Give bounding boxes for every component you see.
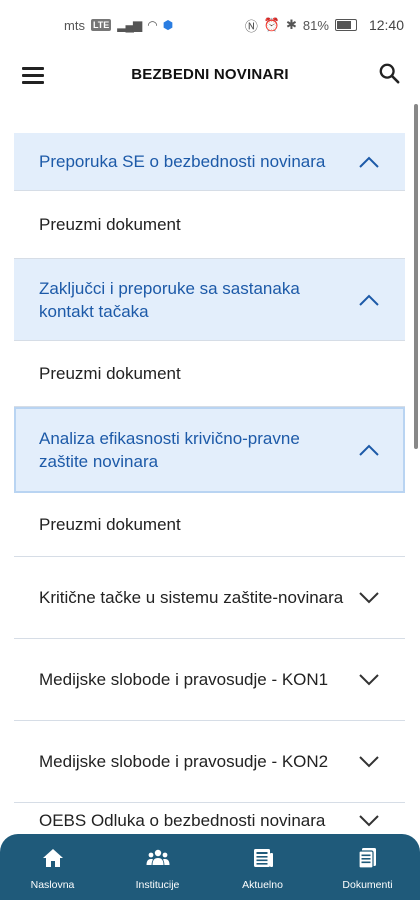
menu-icon[interactable]: [22, 67, 44, 84]
download-link[interactable]: Preuzmi dokument: [14, 493, 405, 557]
accordion-header[interactable]: Medijske slobode i pravosudje - KON2: [14, 721, 405, 803]
accordion-header[interactable]: Preporuka SE o bezbednosti novinara: [14, 133, 405, 191]
alarm-icon: ⏰: [263, 17, 281, 32]
network-badge: LTE: [90, 19, 112, 31]
status-bar: mts LTE ▂▄▆ ◠ ⬢ Ⓝ ⏰ ✱ 81% 12:40: [0, 0, 420, 50]
chevron-up-icon[interactable]: [359, 294, 379, 306]
people-icon: [146, 849, 169, 865]
download-link[interactable]: Preuzmi dokument: [14, 191, 405, 259]
accordion-title: Kritične tačke u sistemu zaštite-novinar…: [39, 588, 344, 607]
news-icon: [253, 849, 273, 867]
status-right: Ⓝ ⏰ ✱ 81% 12:40: [245, 16, 404, 35]
nav-label: Naslovna: [30, 879, 75, 891]
download-link[interactable]: Preuzmi dokument: [14, 341, 405, 407]
shield-icon: ⬢: [162, 18, 174, 32]
page-title: BEZBEDNI NOVINARI: [131, 65, 289, 83]
nav-item-naslovna[interactable]: Naslovna: [0, 834, 105, 891]
accordion-header[interactable]: Zaključci i preporuke sa sastanaka konta…: [14, 259, 405, 341]
chevron-down-icon[interactable]: [359, 673, 379, 686]
nav-item-dokumenti[interactable]: Dokumenti: [315, 834, 420, 891]
accordion-title: Medijske slobode i pravosudje - KON1: [39, 670, 329, 689]
battery-percent: 81%: [302, 17, 329, 33]
document-list: Preporuka SE o bezbednosti novinara Preu…: [14, 133, 405, 863]
clock: 12:40: [368, 17, 404, 33]
document-icon: [357, 848, 376, 869]
nav-item-institucije[interactable]: Institucije: [105, 834, 210, 891]
chevron-up-icon[interactable]: [359, 444, 379, 456]
battery-icon: [334, 19, 357, 31]
carrier-label: mts: [64, 17, 85, 33]
nav-label: Dokumenti: [342, 879, 393, 891]
nav-label: Aktuelno: [242, 879, 283, 891]
accordion-header[interactable]: Medijske slobode i pravosudje - KON1: [14, 639, 405, 721]
accordion-title: Preporuka SE o bezbednosti novinara: [39, 152, 326, 171]
chevron-down-icon[interactable]: [359, 755, 379, 768]
home-icon: [42, 849, 63, 867]
search-icon[interactable]: [378, 62, 400, 84]
chevron-up-icon[interactable]: [359, 156, 379, 168]
accordion-header[interactable]: Analiza efikasnosti krivično-pravne zašt…: [14, 407, 405, 493]
nav-label: Institucije: [135, 879, 180, 891]
bottom-nav: Naslovna Institucije Aktuelno Dokumenti: [0, 834, 420, 900]
chevron-down-icon[interactable]: [359, 815, 379, 827]
nfc-icon: Ⓝ: [244, 18, 258, 34]
download-label: Preuzmi dokument: [39, 515, 181, 534]
accordion-title: Zaključci i preporuke sa sastanaka konta…: [39, 278, 300, 321]
chevron-down-icon[interactable]: [359, 591, 379, 604]
accordion-title: OEBS Odluka o bezbednosti novinara: [39, 811, 326, 830]
nav-item-aktuelno[interactable]: Aktuelno: [210, 834, 315, 891]
bluetooth-icon: ✱: [286, 17, 297, 32]
download-label: Preuzmi dokument: [39, 364, 181, 383]
accordion-header[interactable]: Kritične tačke u sistemu zaštite-novinar…: [14, 557, 405, 639]
wifi-icon: ◠: [147, 18, 158, 32]
scrollbar[interactable]: [414, 104, 418, 449]
accordion-title: Medijske slobode i pravosudje - KON2: [39, 752, 329, 771]
download-label: Preuzmi dokument: [39, 215, 181, 234]
status-left: mts LTE ▂▄▆ ◠ ⬢: [64, 18, 173, 33]
accordion-title: Analiza efikasnosti krivično-pravne zašt…: [39, 428, 300, 471]
signal-icon: ▂▄▆: [117, 18, 142, 32]
app-bar: BEZBEDNI NOVINARI: [0, 50, 420, 98]
